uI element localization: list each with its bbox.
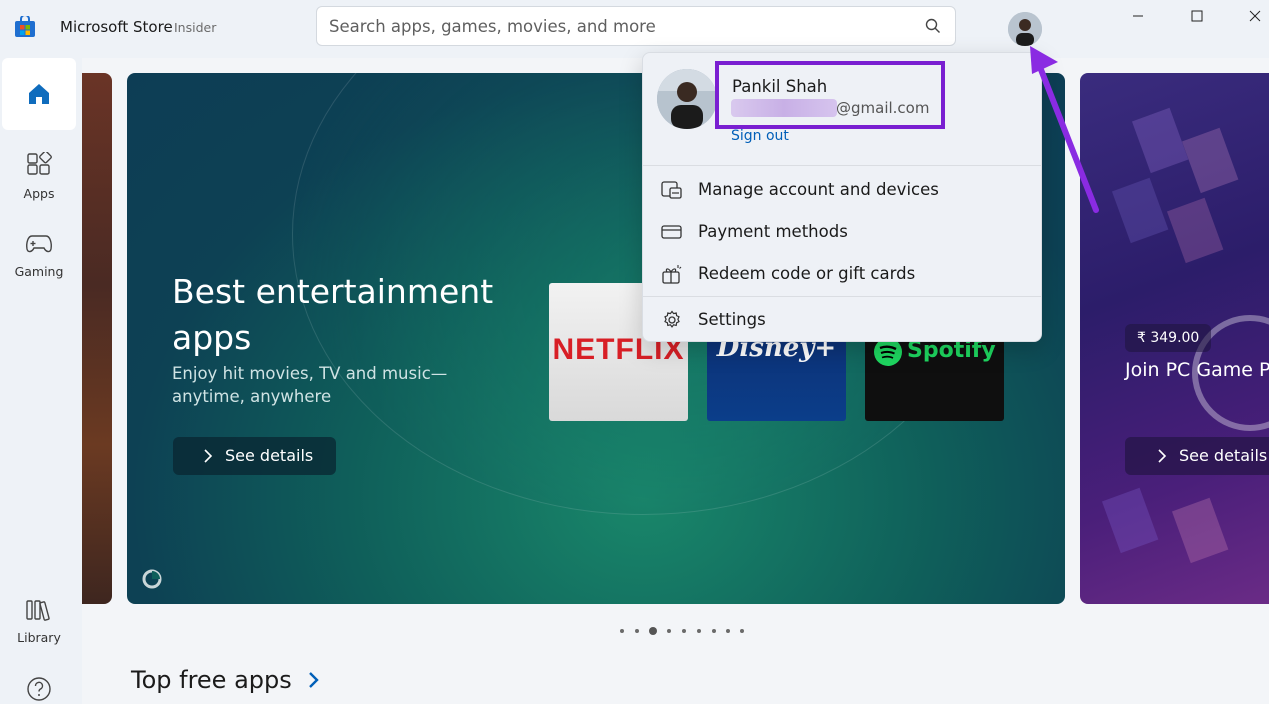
carousel-dot[interactable] (740, 629, 744, 633)
store-logo-icon (15, 16, 35, 37)
maximize-icon (1191, 10, 1203, 22)
divider (643, 165, 1041, 166)
chevron-right-icon (309, 672, 320, 688)
chevron-right-icon (1158, 449, 1167, 463)
devices-icon (661, 181, 682, 199)
library-icon (26, 600, 50, 621)
carousel-dot[interactable] (726, 629, 730, 633)
previous-carousel-card[interactable] (82, 73, 112, 604)
carousel-dot[interactable] (620, 629, 624, 633)
avatar-photo-icon (657, 69, 717, 129)
gear-icon (664, 310, 680, 328)
close-button[interactable] (1227, 0, 1269, 32)
avatar (657, 69, 717, 129)
menu-item-manage-account[interactable]: Manage account and devices (643, 169, 1041, 211)
button-label: See details (1179, 446, 1268, 465)
entertainment-logo-icon (142, 569, 162, 589)
sidebar-item-library[interactable]: Library (2, 596, 76, 652)
button-label: See details (225, 446, 314, 465)
account-flyout: Pankil Shah @gmail.com Sign out Manage a… (642, 52, 1042, 342)
annotation-arrow-icon (1030, 46, 1099, 213)
carousel-indicator[interactable] (620, 626, 750, 638)
insider-badge: Insider (174, 20, 217, 35)
search-box[interactable]: Search apps, games, movies, and more (316, 6, 956, 46)
hero-title: Best entertainment apps (172, 272, 494, 357)
home-icon (29, 84, 49, 104)
hero-subtitle: Enjoy hit movies, TV and music—anytime, … (172, 364, 448, 406)
help-icon (27, 677, 51, 701)
sidebar-item-label: Apps (23, 186, 55, 201)
maximize-button[interactable] (1169, 0, 1225, 32)
divider (643, 296, 1041, 297)
carousel-dot[interactable] (712, 629, 716, 633)
minimize-icon (1133, 15, 1143, 17)
see-details-button[interactable]: See details (1125, 437, 1269, 475)
gamepad-icon (26, 235, 52, 253)
sidebar-item-label: Gaming (14, 264, 64, 279)
highlight-box (715, 61, 945, 129)
chevron-right-icon (204, 449, 213, 463)
menu-item-label: Redeem code or gift cards (698, 264, 916, 283)
minimize-button[interactable] (1110, 0, 1166, 32)
sidebar: Apps Gaming Library (0, 58, 82, 704)
price-badge: ₹ 349.00 (1125, 324, 1212, 352)
credit-card-icon (661, 225, 682, 239)
gift-icon (662, 265, 682, 284)
menu-item-settings[interactable]: Settings (643, 299, 1041, 341)
menu-item-label: Settings (698, 310, 766, 329)
carousel-dot[interactable] (697, 629, 701, 633)
card-title: Join PC Game P (1125, 359, 1269, 381)
section-title: Top free apps (131, 666, 292, 694)
apps-icon (27, 152, 52, 175)
carousel-dot[interactable] (667, 629, 671, 633)
see-details-button[interactable]: See details (173, 437, 336, 475)
menu-item-label: Payment methods (698, 222, 848, 241)
sidebar-item-apps[interactable]: Apps (2, 150, 76, 206)
carousel-dot[interactable] (682, 629, 686, 633)
sidebar-item-help[interactable] (2, 674, 76, 704)
menu-item-payment-methods[interactable]: Payment methods (643, 211, 1041, 253)
carousel-dot-active[interactable] (649, 627, 657, 635)
sidebar-item-label: Library (17, 630, 61, 645)
sidebar-item-home[interactable] (2, 58, 76, 130)
sign-out-link[interactable]: Sign out (731, 128, 789, 144)
top-free-apps-link[interactable]: Top free apps (131, 666, 321, 694)
search-icon[interactable] (925, 18, 941, 34)
app-title: Microsoft Store (60, 18, 173, 36)
close-icon (1249, 10, 1261, 22)
carousel-dot[interactable] (635, 629, 639, 633)
menu-item-label: Manage account and devices (698, 180, 939, 199)
menu-item-redeem-code[interactable]: Redeem code or gift cards (643, 253, 1041, 295)
sidebar-item-gaming[interactable]: Gaming (2, 230, 76, 286)
search-input[interactable]: Search apps, games, movies, and more (329, 17, 656, 36)
